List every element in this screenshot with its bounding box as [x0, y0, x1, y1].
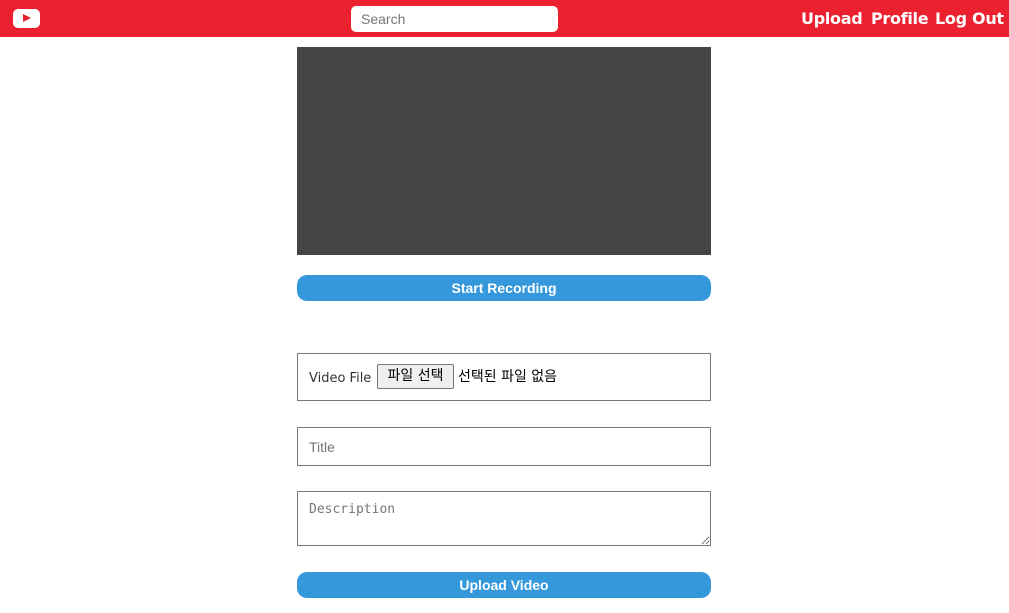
nav-logout-link[interactable]: Log Out — [935, 9, 1004, 29]
video-file-field: Video File 파일 선택 선택된 파일 없음 — [297, 353, 711, 401]
search-input[interactable] — [351, 6, 558, 32]
top-bar: Upload Profile Log Out — [0, 0, 1009, 37]
file-status-text: 선택된 파일 없음 — [458, 369, 558, 385]
play-icon — [23, 14, 31, 22]
video-preview — [297, 47, 711, 255]
youtube-logo-icon[interactable] — [13, 9, 40, 28]
nav-upload-link[interactable]: Upload — [801, 9, 863, 29]
video-file-label: Video File — [309, 371, 372, 386]
choose-file-button[interactable]: 파일 선택 — [377, 364, 454, 389]
description-textarea[interactable] — [297, 491, 711, 546]
start-recording-button[interactable]: Start Recording — [297, 275, 711, 301]
nav-profile-link[interactable]: Profile — [871, 9, 929, 29]
upload-video-button[interactable]: Upload Video — [297, 572, 711, 598]
title-input[interactable] — [297, 427, 711, 466]
